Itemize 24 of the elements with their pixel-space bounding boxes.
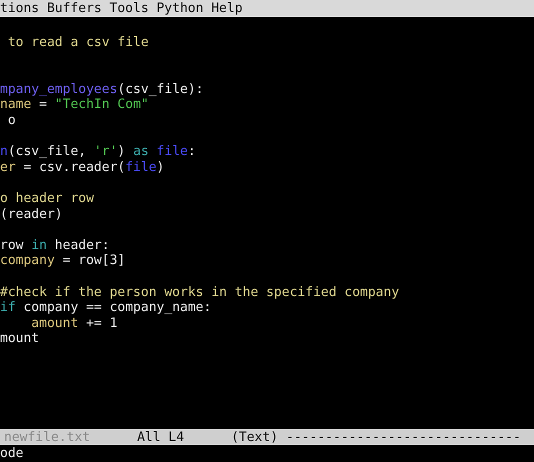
menu-item[interactable]: Help bbox=[211, 1, 243, 16]
position-indicator: All L4 bbox=[137, 430, 184, 444]
minibuffer-text: ode bbox=[0, 446, 24, 461]
code-line: er = csv.reader(file) bbox=[0, 160, 164, 175]
code-line: (reader) bbox=[0, 206, 63, 222]
menu-item[interactable]: Buffers bbox=[46, 1, 102, 16]
menu-item[interactable]: Tools bbox=[110, 1, 149, 16]
code-line: if company == company_name: bbox=[0, 300, 212, 316]
menu-item[interactable]: tions bbox=[0, 1, 40, 16]
mode-line-filler: ------------------------------ bbox=[286, 430, 521, 444]
code-line: to read a csv file bbox=[6, 35, 149, 50]
code-line: mpany_employees(csv_file): bbox=[0, 82, 204, 97]
code-line: amount += 1 bbox=[30, 316, 118, 331]
code-line: name = "TechIn Com" bbox=[0, 97, 149, 112]
code-line: company = row[3] bbox=[0, 253, 126, 268]
menu-item[interactable]: Python bbox=[156, 1, 204, 16]
code-line: o header row bbox=[0, 190, 94, 206]
major-mode: (Text) bbox=[231, 430, 278, 444]
code-line: row in header: bbox=[0, 238, 110, 253]
code-line: o bbox=[6, 112, 16, 128]
code-line: #check if the person works in the specified company bbox=[0, 284, 400, 300]
buffer-name: newfile.txt bbox=[4, 430, 90, 444]
code-line: mount bbox=[0, 331, 40, 346]
code-line: n(csv_file, 'r') as file: bbox=[0, 144, 196, 160]
